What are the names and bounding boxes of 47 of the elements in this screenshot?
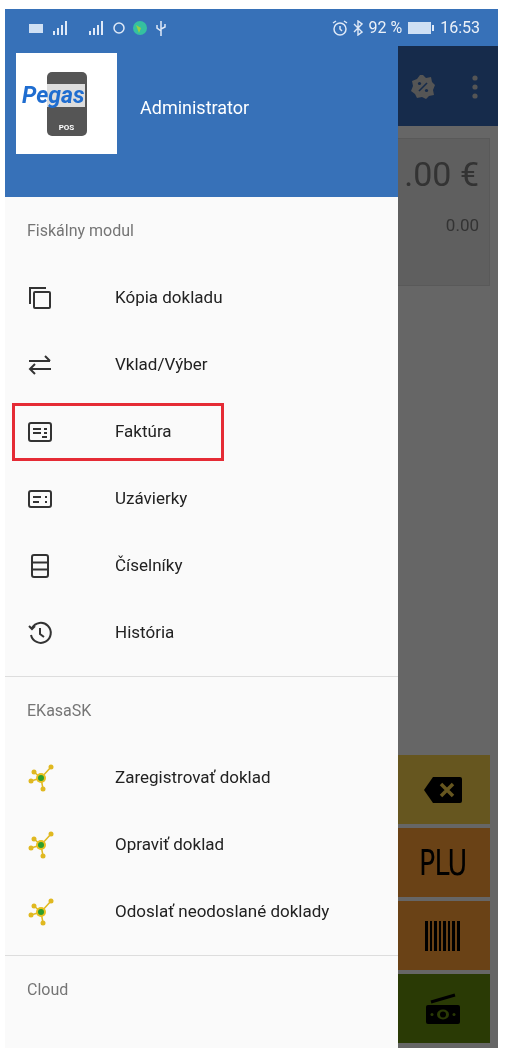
cash-icon bbox=[425, 992, 461, 1025]
circle-icon bbox=[113, 21, 125, 34]
logo-sub-text: POS bbox=[58, 121, 75, 134]
menu-item[interactable]: Uzávierky bbox=[5, 465, 398, 532]
section-header: Cloud bbox=[27, 978, 69, 1001]
alarm-icon bbox=[332, 19, 349, 36]
menu-item[interactable]: Kópia dokladu bbox=[5, 264, 398, 331]
plu-label: PLU bbox=[419, 844, 467, 881]
menu-item-label: Opraviť doklad bbox=[115, 832, 225, 856]
menu-item-label: Číselníky bbox=[115, 553, 183, 577]
discount-badge-icon bbox=[410, 73, 436, 100]
section-header: EKasaSK bbox=[27, 699, 92, 722]
menu-item[interactable]: Faktúra bbox=[5, 398, 398, 465]
network-nodes-icon bbox=[27, 896, 55, 927]
copy-icon bbox=[27, 284, 53, 311]
battery-percent: 92 % bbox=[368, 16, 403, 39]
keypad-key[interactable] bbox=[398, 901, 490, 970]
backspace-icon bbox=[423, 775, 463, 804]
history-icon bbox=[27, 619, 53, 646]
barcode-icon bbox=[425, 920, 461, 951]
network-nodes-icon bbox=[27, 829, 55, 860]
menu-item[interactable]: Opraviť doklad bbox=[5, 811, 398, 878]
clock-time: 16:53 bbox=[440, 16, 480, 39]
menu-item-label: História bbox=[115, 620, 175, 644]
logo-text: Pegas bbox=[21, 84, 86, 107]
battery-icon bbox=[407, 20, 436, 35]
menu-item-label: Odoslať neodoslané doklady bbox=[115, 899, 330, 923]
usb-icon bbox=[155, 19, 167, 36]
menu-item[interactable]: Číselníky bbox=[5, 532, 398, 599]
user-name: Administrator bbox=[140, 96, 250, 120]
keypad-key[interactable] bbox=[398, 755, 490, 824]
bluetooth-icon bbox=[353, 19, 364, 36]
menu-item[interactable]: Vklad/Výber bbox=[5, 331, 398, 398]
menu-item[interactable]: Odoslať neodoslané doklady bbox=[5, 878, 398, 945]
menu-item[interactable]: História bbox=[5, 599, 398, 666]
menu-item-label: Faktúra bbox=[115, 419, 172, 443]
section-header: Fiskálny modul bbox=[27, 219, 134, 242]
globe-icon bbox=[133, 20, 147, 35]
network-nodes-icon bbox=[27, 762, 55, 793]
menu-item[interactable]: Zaregistrovať doklad bbox=[5, 744, 398, 811]
more-options-icon bbox=[472, 74, 478, 99]
menu-item-label: Zaregistrovať doklad bbox=[115, 765, 271, 789]
signal-icon bbox=[87, 20, 105, 35]
keypad-key[interactable] bbox=[398, 974, 490, 1043]
menu-item-label: Vklad/Výber bbox=[115, 352, 208, 376]
menu-item-label: Uzávierky bbox=[115, 486, 188, 510]
menu-item-label: Kópia dokladu bbox=[115, 285, 223, 309]
